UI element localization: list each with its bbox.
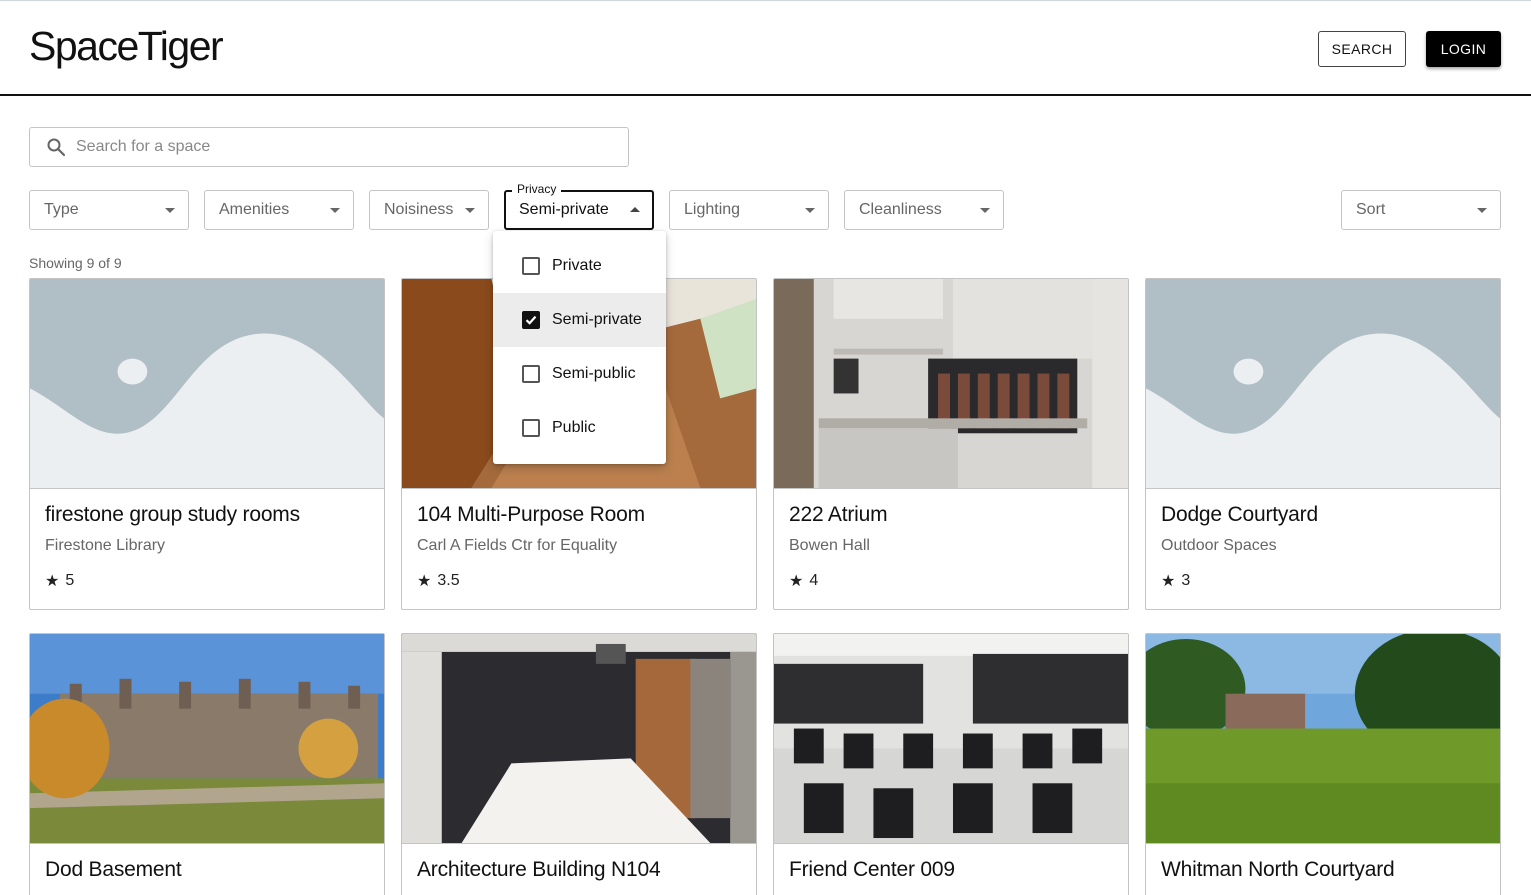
search-button[interactable]: SEARCH bbox=[1318, 31, 1406, 67]
card-photo bbox=[1146, 634, 1500, 844]
privacy-option-label: Semi-public bbox=[552, 365, 636, 382]
sort-select-label: Sort bbox=[1356, 201, 1386, 218]
card-subtitle: Bowen Hall bbox=[789, 537, 870, 554]
card-photo bbox=[774, 279, 1128, 489]
card-photo bbox=[402, 634, 756, 844]
checkbox-unchecked-icon[interactable] bbox=[522, 419, 540, 437]
card-title: 222 Atrium bbox=[789, 503, 888, 526]
chevron-down-icon bbox=[165, 208, 175, 213]
card-title: 104 Multi-Purpose Room bbox=[417, 503, 645, 526]
card-photo bbox=[30, 634, 384, 844]
card-title: Dodge Courtyard bbox=[1161, 503, 1318, 526]
checkbox-unchecked-icon[interactable] bbox=[522, 257, 540, 275]
noisiness-filter-label: Noisiness bbox=[384, 201, 454, 218]
privacy-option-label: Private bbox=[552, 257, 602, 274]
app-logo[interactable]: SpaceTiger bbox=[29, 23, 224, 70]
star-icon: ★ bbox=[45, 573, 60, 590]
space-card[interactable]: 222 Atrium Bowen Hall ★ 4 bbox=[773, 278, 1129, 610]
space-card[interactable]: Whitman North Courtyard bbox=[1145, 633, 1501, 895]
star-icon: ★ bbox=[1161, 573, 1176, 590]
lighting-filter[interactable]: Lighting bbox=[669, 190, 829, 230]
space-card[interactable]: Dodge Courtyard Outdoor Spaces ★ 3 bbox=[1145, 278, 1501, 610]
card-title: firestone group study rooms bbox=[45, 503, 300, 526]
amenities-filter[interactable]: Amenities bbox=[204, 190, 354, 230]
cleanliness-filter[interactable]: Cleanliness bbox=[844, 190, 1004, 230]
login-button[interactable]: LOGIN bbox=[1426, 31, 1501, 67]
privacy-option-public[interactable]: Public bbox=[493, 401, 666, 455]
sort-select[interactable]: Sort bbox=[1341, 190, 1501, 230]
card-subtitle: Firestone Library bbox=[45, 537, 166, 554]
card-rating: ★ 4 bbox=[789, 571, 1113, 591]
privacy-option-semi-public[interactable]: Semi-public bbox=[493, 347, 666, 401]
privacy-menu: Private Semi-private Semi-public Public bbox=[493, 231, 666, 464]
search-field[interactable] bbox=[29, 127, 629, 167]
results-count: Showing 9 of 9 bbox=[29, 255, 122, 271]
type-filter-label: Type bbox=[44, 201, 79, 218]
cleanliness-filter-label: Cleanliness bbox=[859, 201, 942, 218]
chevron-down-icon bbox=[465, 208, 475, 213]
card-rating: ★ 3 bbox=[1161, 571, 1485, 591]
rating-value: 5 bbox=[65, 572, 75, 589]
rating-value: 3 bbox=[1181, 572, 1191, 589]
card-rating: ★ 5 bbox=[45, 571, 369, 591]
privacy-option-label: Public bbox=[552, 419, 596, 436]
rating-value: 3.5 bbox=[437, 572, 460, 589]
card-photo bbox=[774, 634, 1128, 844]
card-title: Friend Center 009 bbox=[789, 858, 955, 881]
star-icon: ★ bbox=[789, 573, 804, 590]
noisiness-filter[interactable]: Noisiness bbox=[369, 190, 489, 230]
privacy-filter-value: Semi-private bbox=[519, 201, 609, 218]
chevron-down-icon bbox=[805, 208, 815, 213]
app-header: SpaceTiger SEARCH LOGIN bbox=[0, 1, 1531, 96]
privacy-filter[interactable]: Semi-private bbox=[504, 190, 654, 230]
space-card[interactable]: Dod Basement bbox=[29, 633, 385, 895]
chevron-down-icon bbox=[980, 208, 990, 213]
star-icon: ★ bbox=[417, 573, 432, 590]
type-filter[interactable]: Type bbox=[29, 190, 189, 230]
amenities-filter-label: Amenities bbox=[219, 201, 290, 218]
image-placeholder-icon bbox=[1146, 279, 1500, 489]
privacy-option-label: Semi-private bbox=[552, 311, 642, 328]
privacy-option-private[interactable]: Private bbox=[493, 239, 666, 293]
chevron-down-icon bbox=[1477, 208, 1487, 213]
checkbox-checked-icon[interactable] bbox=[522, 311, 540, 329]
chevron-up-icon bbox=[630, 207, 640, 212]
space-card[interactable]: Architecture Building N104 bbox=[401, 633, 757, 895]
card-rating: ★ 3.5 bbox=[417, 571, 741, 591]
search-input[interactable] bbox=[76, 138, 576, 156]
privacy-option-semi-private[interactable]: Semi-private bbox=[493, 293, 666, 347]
card-title: Dod Basement bbox=[45, 858, 182, 881]
space-card[interactable]: firestone group study rooms Firestone Li… bbox=[29, 278, 385, 610]
rating-value: 4 bbox=[809, 572, 819, 589]
privacy-filter-label: Privacy bbox=[512, 182, 562, 196]
card-title: Architecture Building N104 bbox=[417, 858, 661, 881]
image-placeholder-icon bbox=[30, 279, 384, 489]
card-title: Whitman North Courtyard bbox=[1161, 858, 1395, 881]
lighting-filter-label: Lighting bbox=[684, 201, 741, 218]
search-icon bbox=[46, 137, 66, 157]
card-subtitle: Outdoor Spaces bbox=[1161, 537, 1277, 554]
checkbox-unchecked-icon[interactable] bbox=[522, 365, 540, 383]
card-subtitle: Carl A Fields Ctr for Equality bbox=[417, 537, 618, 554]
space-card[interactable]: Friend Center 009 bbox=[773, 633, 1129, 895]
chevron-down-icon bbox=[330, 208, 340, 213]
